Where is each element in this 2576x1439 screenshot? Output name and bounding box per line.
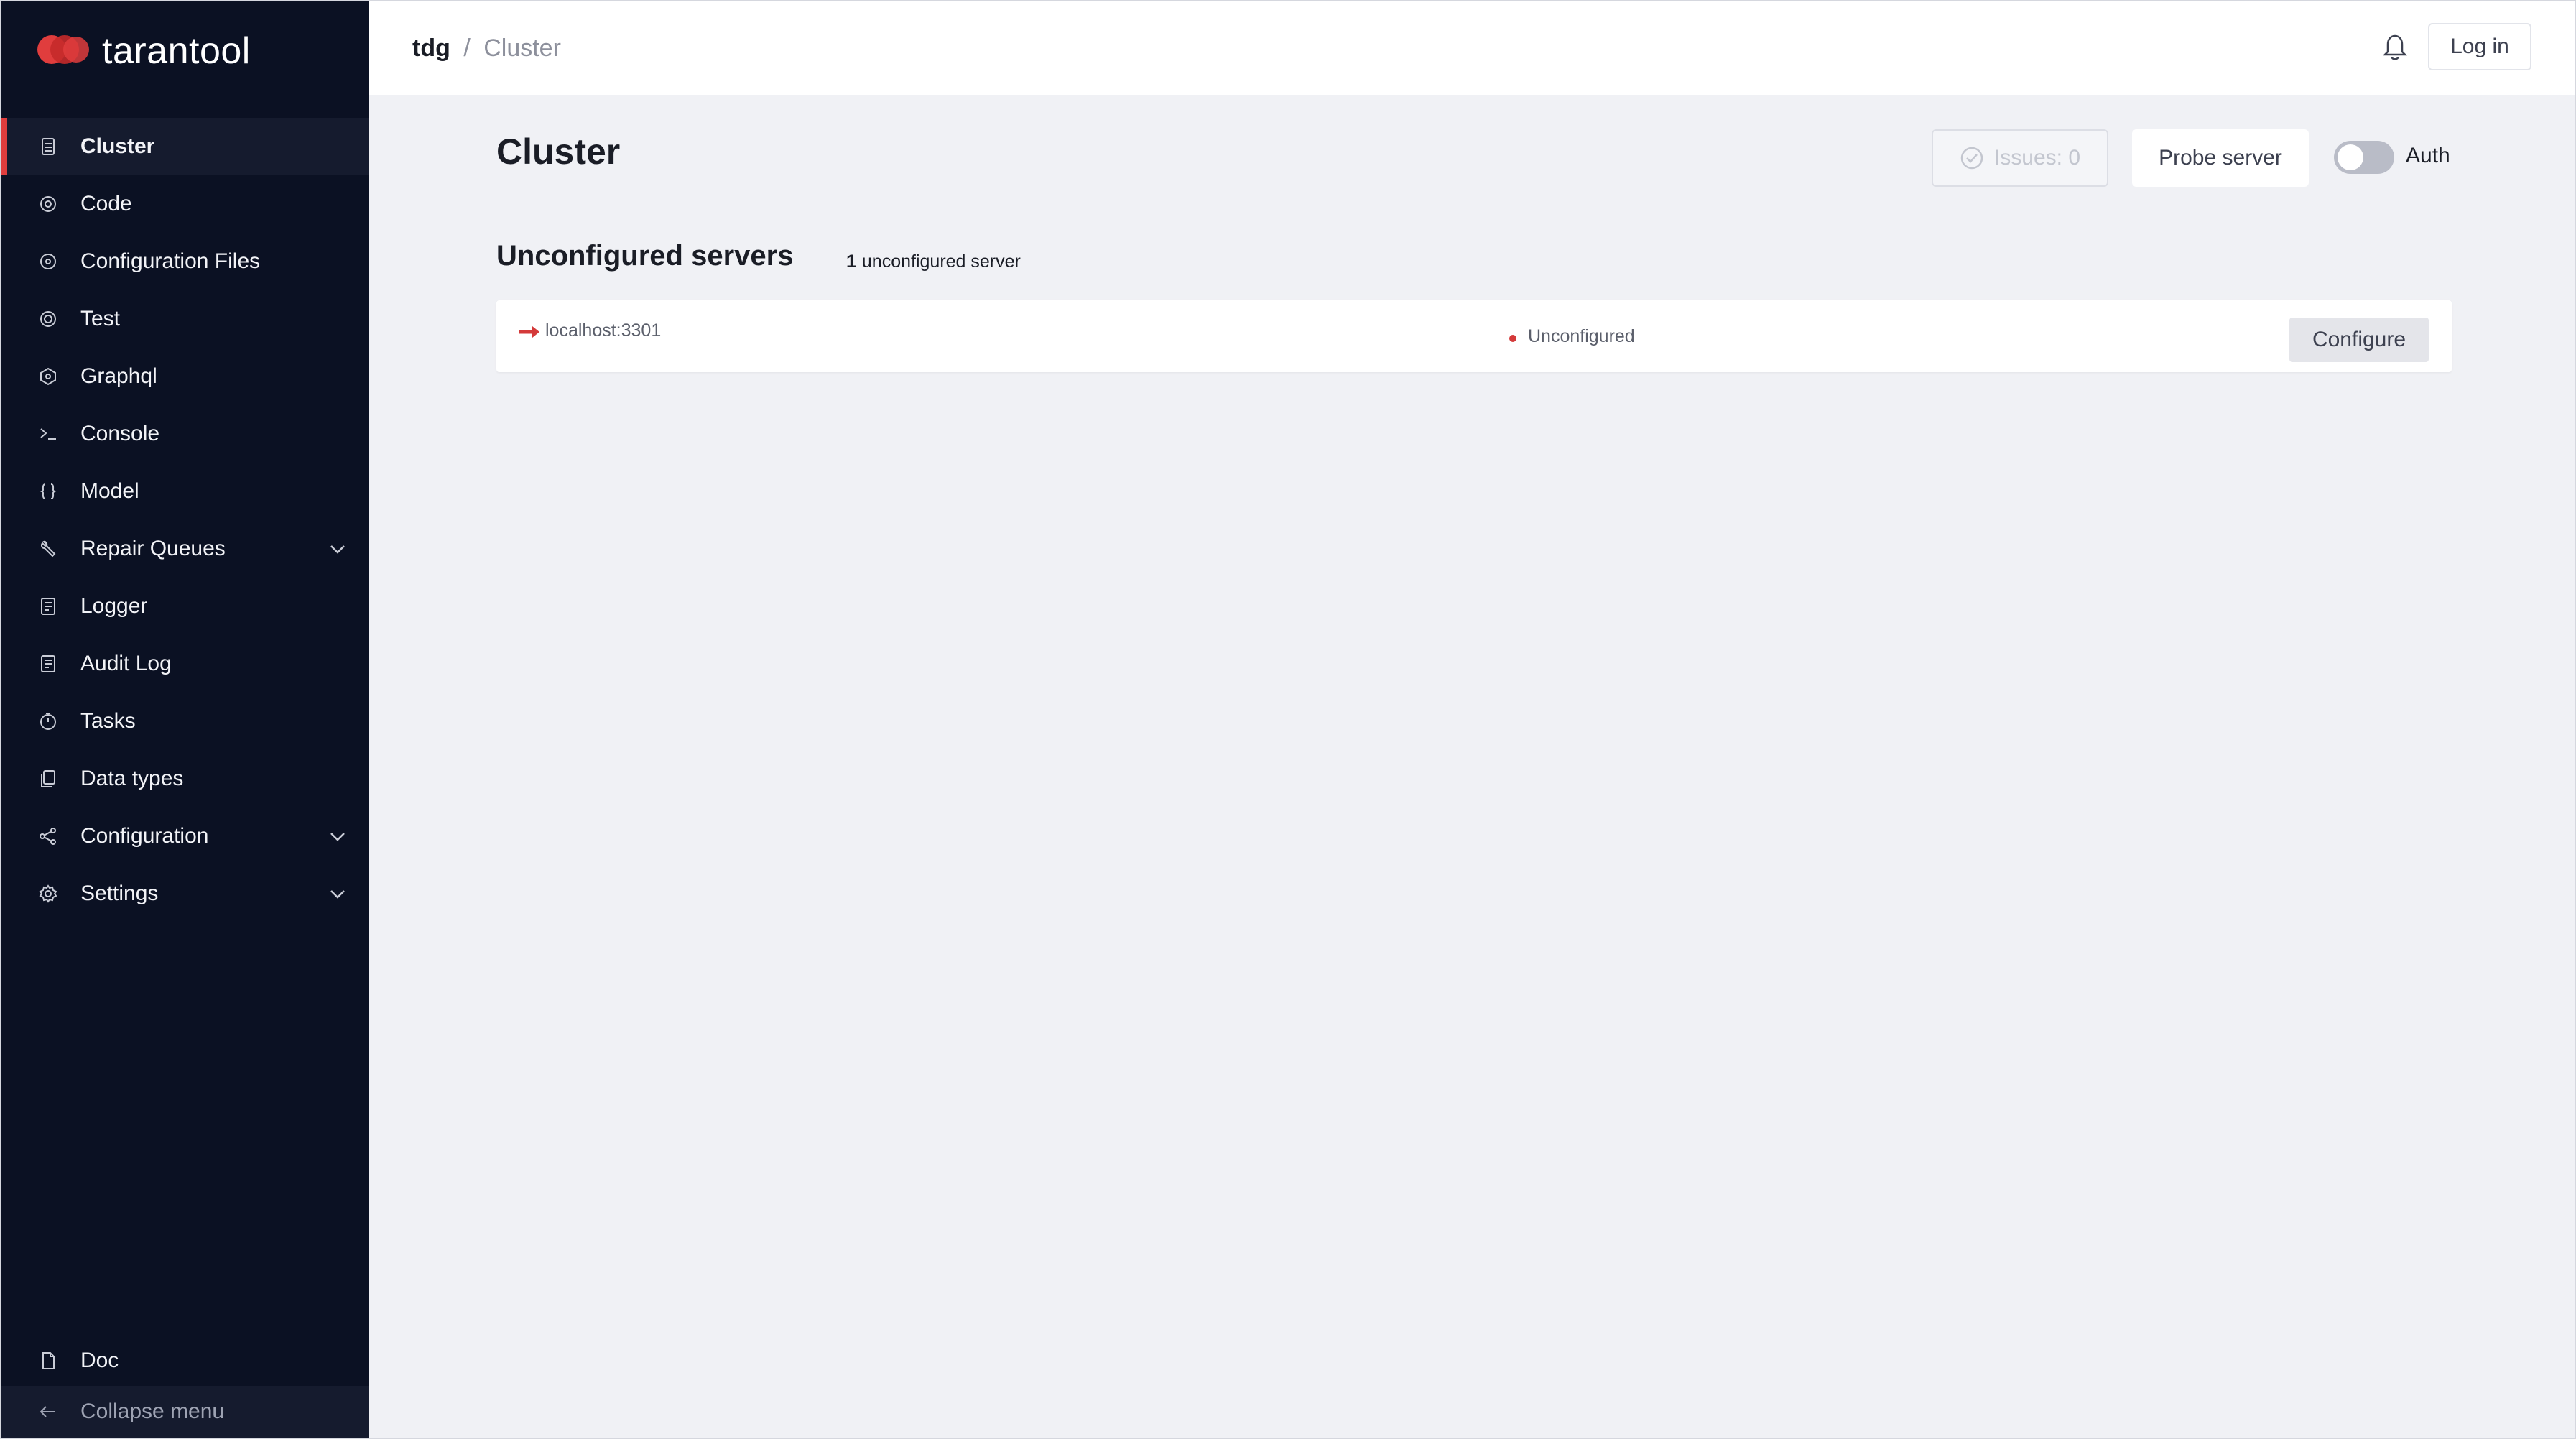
server-status: Unconfigured (1528, 326, 1635, 346)
page-title: Cluster (496, 131, 621, 172)
server-icon (37, 136, 59, 157)
login-button[interactable]: Log in (2428, 23, 2531, 70)
tarantool-logo-icon (34, 27, 93, 75)
sidebar-item-label: Audit Log (80, 652, 172, 675)
breadcrumb: tdg / Cluster (412, 34, 561, 63)
breadcrumb-separator: / (463, 34, 471, 62)
log-icon (37, 596, 59, 617)
graphql-icon (37, 366, 59, 387)
sidebar-item-cluster[interactable]: Cluster (1, 118, 369, 175)
brand[interactable]: tarantool (34, 27, 251, 75)
sidebar-item-configuration[interactable]: Configuration (1, 808, 369, 865)
sidebar-item-label: Logger (80, 594, 148, 618)
sidebar-item-label: Configuration Files (80, 249, 261, 273)
document-icon (37, 1350, 59, 1371)
braces-icon (37, 481, 59, 502)
server-uri: localhost:3301 (545, 320, 662, 341)
code-icon (37, 193, 59, 215)
sidebar-item-logger[interactable]: Logger (1, 578, 369, 635)
console-icon (37, 423, 59, 445)
sidebar-item-model[interactable]: Model (1, 463, 369, 520)
gear-icon (37, 883, 59, 904)
arrow-left-icon (37, 1401, 59, 1422)
sidebar-nav: Cluster Code Configuration Files Test Gr… (1, 118, 369, 922)
sidebar-item-doc[interactable]: Doc (1, 1332, 369, 1389)
sidebar-item-label: Settings (80, 882, 159, 905)
sidebar-item-label: Tasks (80, 709, 136, 733)
sidebar-item-label: Repair Queues (80, 537, 226, 560)
breadcrumb-current: Cluster (483, 34, 561, 62)
sidebar-item-label: Code (80, 192, 132, 216)
issues-label: Issues: 0 (1993, 146, 2081, 170)
sidebar-item-label: Cluster (80, 134, 155, 158)
timer-icon (37, 711, 59, 732)
sidebar: tarantool Cluster Code Configuration Fil… (1, 1, 369, 1438)
sidebar-item-settings[interactable]: Settings (1, 865, 369, 922)
chevron-down-icon[interactable] (328, 884, 348, 904)
configure-button[interactable]: Configure (2289, 318, 2429, 362)
sidebar-item-code[interactable]: Code (1, 175, 369, 233)
sidebar-item-label: Graphql (80, 364, 157, 388)
sidebar-item-repair-queues[interactable]: Repair Queues (1, 520, 369, 578)
sidebar-item-console[interactable]: Console (1, 405, 369, 463)
breadcrumb-root[interactable]: tdg (412, 34, 450, 62)
unconfigured-count-number: 1 (846, 251, 856, 272)
unconfigured-servers-title: Unconfigured servers (496, 240, 794, 272)
test-icon (37, 308, 59, 330)
sidebar-item-data-types[interactable]: Data types (1, 750, 369, 808)
sidebar-item-label: Console (80, 422, 160, 445)
wrench-icon (37, 538, 59, 560)
unconfigured-count-text: unconfigured server (861, 251, 1021, 272)
sidebar-item-label: Data types (80, 767, 184, 790)
sidebar-item-label: Test (80, 307, 121, 330)
bell-icon[interactable] (2382, 33, 2408, 62)
status-dot (1509, 335, 1516, 342)
unconfigured-count: 1 unconfigured server (846, 251, 1021, 272)
log-icon (37, 653, 59, 675)
sidebar-item-graphql[interactable]: Graphql (1, 348, 369, 405)
auth-label: Auth (2406, 144, 2450, 167)
sidebar-item-tasks[interactable]: Tasks (1, 693, 369, 750)
chevron-down-icon[interactable] (328, 826, 348, 846)
share-icon (37, 825, 59, 847)
sidebar-item-configuration-files[interactable]: Configuration Files (1, 233, 369, 290)
check-circle-icon (1960, 147, 1983, 170)
sidebar-item-label: Configuration (80, 824, 209, 848)
sidebar-item-label: Doc (80, 1348, 119, 1372)
top-bar: tdg / Cluster Log in (369, 1, 2575, 95)
sidebar-item-label: Model (80, 479, 139, 503)
main-content: Cluster Issues: 0 Probe server Auth Unco… (369, 95, 2575, 1438)
app-window: tarantool Cluster Code Configuration Fil… (0, 0, 2576, 1439)
chevron-down-icon[interactable] (328, 539, 348, 559)
sidebar-item-audit-log[interactable]: Audit Log (1, 635, 369, 693)
collapse-menu-label: Collapse menu (80, 1399, 225, 1423)
issues-button[interactable]: Issues: 0 (1932, 129, 2108, 187)
collapse-menu-button[interactable]: Collapse menu (1, 1386, 369, 1438)
sidebar-item-test[interactable]: Test (1, 290, 369, 348)
probe-server-button[interactable]: Probe server (2132, 129, 2309, 187)
arrow-right-icon (518, 323, 541, 341)
auth-toggle[interactable] (2334, 141, 2394, 174)
config-files-icon (37, 251, 59, 272)
brand-name: tarantool (102, 30, 251, 72)
sidebar-doc-section: Doc (1, 1332, 369, 1389)
data-types-icon (37, 768, 59, 790)
server-row: localhost:3301 Unconfigured Configure (496, 300, 2452, 372)
